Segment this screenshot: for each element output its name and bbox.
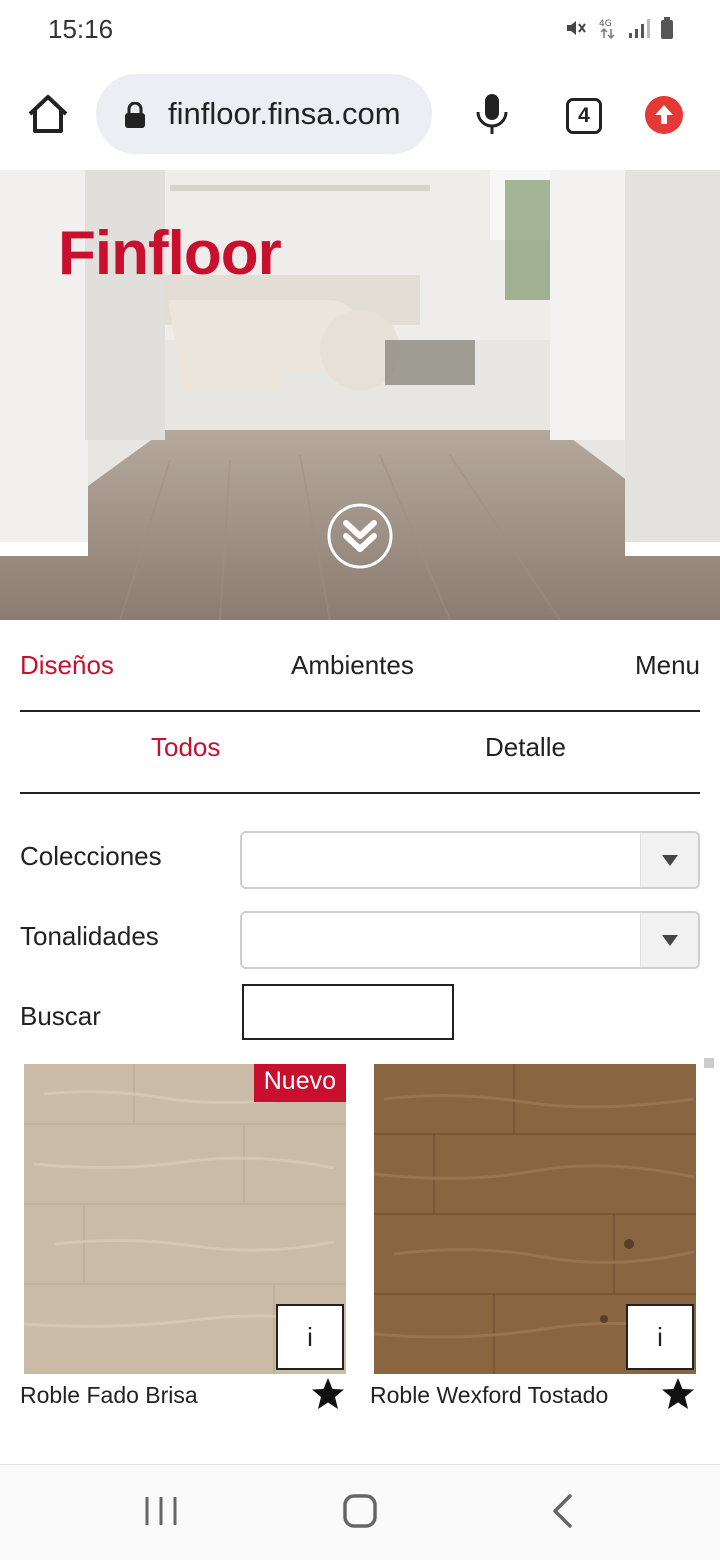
home-nav-icon[interactable] [342, 1493, 378, 1529]
product-name[interactable]: Roble Wexford Tostado [370, 1382, 608, 1409]
svg-text:4G: 4G [599, 19, 612, 29]
network-4g-icon: 4G [599, 19, 615, 40]
product-card[interactable]: i Roble Wexford Tostado [370, 1064, 714, 1424]
back-icon[interactable] [550, 1493, 574, 1529]
battery-icon [661, 17, 673, 39]
colecciones-select[interactable] [240, 831, 700, 889]
update-icon[interactable] [645, 96, 683, 134]
status-time: 15:16 [48, 14, 114, 44]
info-button[interactable]: i [626, 1304, 694, 1370]
tab-detalle[interactable]: Detalle [485, 732, 566, 763]
dropdown-arrow-icon[interactable] [640, 913, 698, 967]
product-card[interactable]: Nuevo i Roble Fado Brisa [20, 1064, 364, 1424]
address-bar[interactable]: finfloor.finsa.com [96, 74, 432, 154]
status-icons: 4G [564, 16, 674, 40]
buscar-label: Buscar [20, 1001, 101, 1031]
tabs-icon[interactable]: 4 [566, 98, 602, 134]
dropdown-arrow-icon[interactable] [640, 833, 698, 887]
lock-icon [125, 102, 145, 128]
signal-icon [629, 19, 650, 38]
star-icon[interactable] [310, 1376, 346, 1412]
status-bar: 15:16 4G [0, 0, 720, 60]
search-input[interactable] [242, 984, 454, 1040]
recent-apps-icon[interactable] [144, 1495, 178, 1527]
browser-toolbar: finfloor.finsa.com 4 [0, 60, 720, 170]
chevron-double-down-icon[interactable] [327, 503, 393, 569]
star-icon[interactable] [660, 1376, 696, 1412]
product-name[interactable]: Roble Fado Brisa [20, 1382, 198, 1409]
tonalidades-select[interactable] [240, 911, 700, 969]
tab-todos[interactable]: Todos [151, 732, 220, 763]
brand-logo[interactable]: Finfloor [58, 218, 282, 289]
mute-icon [567, 21, 586, 35]
scrollbar[interactable] [704, 1058, 714, 1068]
nav-item-disenos[interactable]: Diseños [20, 650, 114, 681]
hero-banner: Finfloor [0, 170, 720, 620]
colecciones-label: Colecciones [20, 841, 162, 871]
nav-item-menu[interactable]: Menu [635, 650, 700, 681]
home-icon[interactable] [26, 92, 70, 136]
info-button[interactable]: i [276, 1304, 344, 1370]
url-text[interactable]: finfloor.finsa.com [168, 96, 401, 132]
tonalidades-label: Tonalidades [20, 921, 159, 951]
mic-icon[interactable] [472, 92, 512, 136]
sub-nav: Todos Detalle [20, 712, 700, 794]
nav-item-ambientes[interactable]: Ambientes [291, 650, 414, 681]
main-nav: Diseños Ambientes Menu [20, 630, 700, 712]
system-nav-bar [0, 1464, 720, 1560]
new-badge: Nuevo [253, 1064, 346, 1102]
